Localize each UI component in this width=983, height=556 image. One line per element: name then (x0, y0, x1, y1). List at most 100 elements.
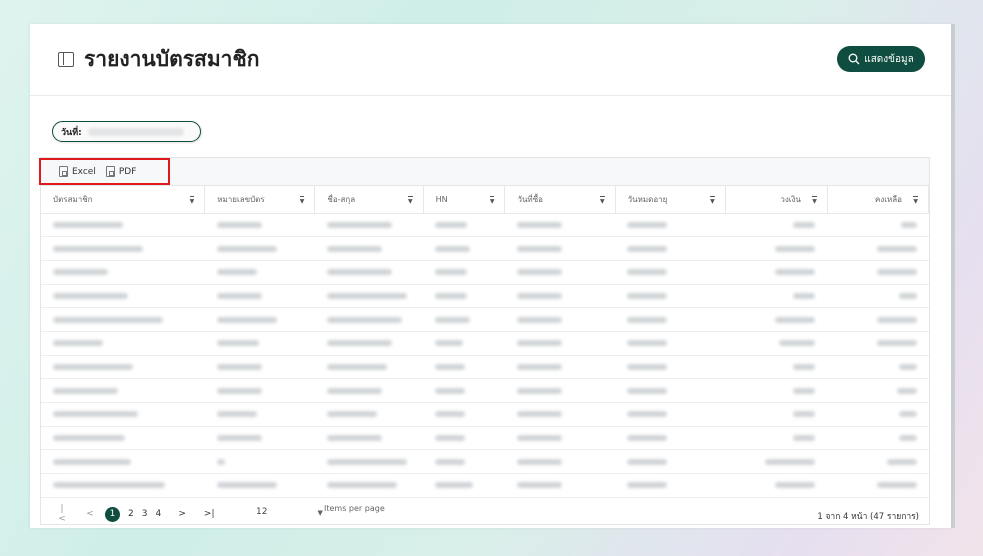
prev-page-button[interactable]: < (85, 509, 95, 519)
table-cell-redacted (204, 426, 315, 451)
table-cell-redacted (41, 307, 205, 332)
search-icon (848, 53, 860, 65)
table-cell-redacted (314, 426, 424, 451)
table-cell-redacted (504, 260, 616, 285)
table-cell-redacted (314, 378, 424, 403)
table-cell-redacted (204, 260, 315, 285)
table-cell-redacted (725, 307, 828, 332)
table-cell-redacted (504, 473, 616, 498)
page-info: 1 จาก 4 หน้า (47 รายการ) (817, 512, 919, 522)
table-cell-redacted (615, 473, 726, 498)
table-cell-redacted (423, 307, 505, 332)
filter-icon[interactable]: ▼ (600, 196, 605, 205)
table-body (41, 213, 929, 498)
table-cell-redacted (314, 402, 424, 427)
table-cell-redacted (423, 473, 505, 498)
table-row[interactable] (41, 378, 929, 403)
grid-toolbar: Excel PDF (39, 158, 929, 186)
table-cell-redacted (504, 213, 616, 238)
column-header[interactable]: วันหมดอายุ ▼ (615, 186, 726, 214)
table-cell-redacted (725, 331, 828, 356)
table-row[interactable] (41, 449, 929, 475)
table-row[interactable] (41, 307, 929, 332)
table-row[interactable] (41, 260, 929, 285)
table-cell-redacted (504, 355, 616, 380)
page-number-button[interactable]: 3 (142, 509, 148, 519)
export-pdf-button[interactable]: PDF (105, 166, 137, 177)
column-header[interactable]: วันที่ซื้อ ▼ (504, 186, 616, 214)
table-row[interactable] (41, 402, 929, 427)
filter-icon[interactable]: ▼ (489, 196, 495, 205)
column-header[interactable]: ชื่อ-สกุล ▼ (314, 186, 424, 214)
table-cell-redacted (504, 378, 616, 403)
table-cell-redacted (827, 402, 929, 427)
table-cell-redacted (827, 473, 929, 498)
table-cell-redacted (204, 236, 315, 261)
filter-icon[interactable]: ▼ (913, 196, 918, 205)
table-row[interactable] (41, 426, 929, 451)
table-cell-redacted (827, 307, 929, 332)
table-row[interactable] (41, 331, 929, 356)
filter-icon[interactable]: ▼ (710, 196, 715, 205)
table-cell-redacted (725, 449, 828, 475)
table-cell-redacted (41, 284, 205, 309)
page-number-button[interactable]: 4 (155, 509, 161, 519)
date-range-filter[interactable]: วันที่: (52, 121, 201, 142)
export-pdf-label: PDF (118, 166, 137, 177)
table-cell-redacted (615, 449, 726, 475)
table-cell-redacted (41, 236, 205, 261)
first-page-button[interactable]: |< (57, 504, 67, 524)
table-cell-redacted (725, 260, 828, 285)
filter-icon[interactable]: ▼ (812, 196, 817, 205)
excel-file-icon (59, 166, 68, 177)
page-size-label: Items per page (324, 504, 385, 513)
page-scrollbar[interactable] (951, 24, 955, 528)
column-header[interactable]: บัตรสมาชิก ▼ (41, 186, 206, 214)
filter-icon[interactable]: ▼ (407, 196, 413, 205)
table-row[interactable] (41, 355, 929, 380)
column-header[interactable]: วงเงิน ▼ (725, 186, 828, 214)
table-cell-redacted (314, 284, 424, 309)
table-cell-redacted (41, 355, 205, 380)
column-header[interactable]: คงเหลือ ▼ (827, 186, 930, 214)
table-cell-redacted (314, 260, 424, 285)
page-number-button[interactable]: 2 (128, 509, 134, 519)
filter-icon[interactable]: ▼ (299, 196, 305, 205)
table-cell-redacted (423, 284, 505, 309)
table-cell-redacted (827, 213, 929, 238)
table-row[interactable] (41, 236, 929, 261)
column-header-label: บัตรสมาชิก (53, 194, 93, 204)
last-page-button[interactable]: >| (203, 509, 215, 519)
table-row[interactable] (41, 284, 929, 309)
table-cell-redacted (314, 331, 424, 356)
table-cell-redacted (504, 284, 616, 309)
show-data-label: แสดงข้อมูล (864, 53, 914, 65)
column-header-label: วงเงิน (780, 194, 801, 204)
table-cell-redacted (615, 355, 726, 380)
column-header[interactable]: หมายเลขบัตร ▼ (204, 186, 316, 214)
table-cell-redacted (725, 213, 828, 238)
pagination-bar: |< < 1234 > >| 12 ▼ Items per page 1 จาก… (41, 504, 929, 524)
table-cell-redacted (204, 473, 315, 498)
table-cell-redacted (504, 307, 616, 332)
table-cell-redacted (615, 378, 726, 403)
table-cell-redacted (827, 260, 929, 285)
show-data-button[interactable]: แสดงข้อมูล (837, 46, 925, 72)
table-row[interactable] (41, 473, 929, 498)
table-cell-redacted (41, 213, 205, 238)
table-cell-redacted (827, 331, 929, 356)
table-cell-redacted (725, 426, 828, 451)
sidebar-toggle-icon[interactable] (58, 52, 74, 67)
table-cell-redacted (423, 213, 505, 238)
filter-icon[interactable]: ▼ (189, 196, 195, 205)
table-cell-redacted (204, 213, 315, 238)
next-page-button[interactable]: > (177, 509, 187, 519)
table-cell-redacted (827, 378, 929, 403)
table-row[interactable] (41, 213, 929, 238)
export-excel-button[interactable]: Excel (59, 166, 96, 177)
page-size-select[interactable]: 12 ▼ (256, 507, 323, 517)
table-cell-redacted (423, 402, 505, 427)
column-header[interactable]: HN ▼ (423, 186, 506, 214)
page-number-button[interactable]: 1 (105, 506, 120, 522)
report-grid: Excel PDF บัตรสมาชิก ▼ หมายเลขบัตร ▼ ชื่อ-สก… (39, 157, 930, 525)
